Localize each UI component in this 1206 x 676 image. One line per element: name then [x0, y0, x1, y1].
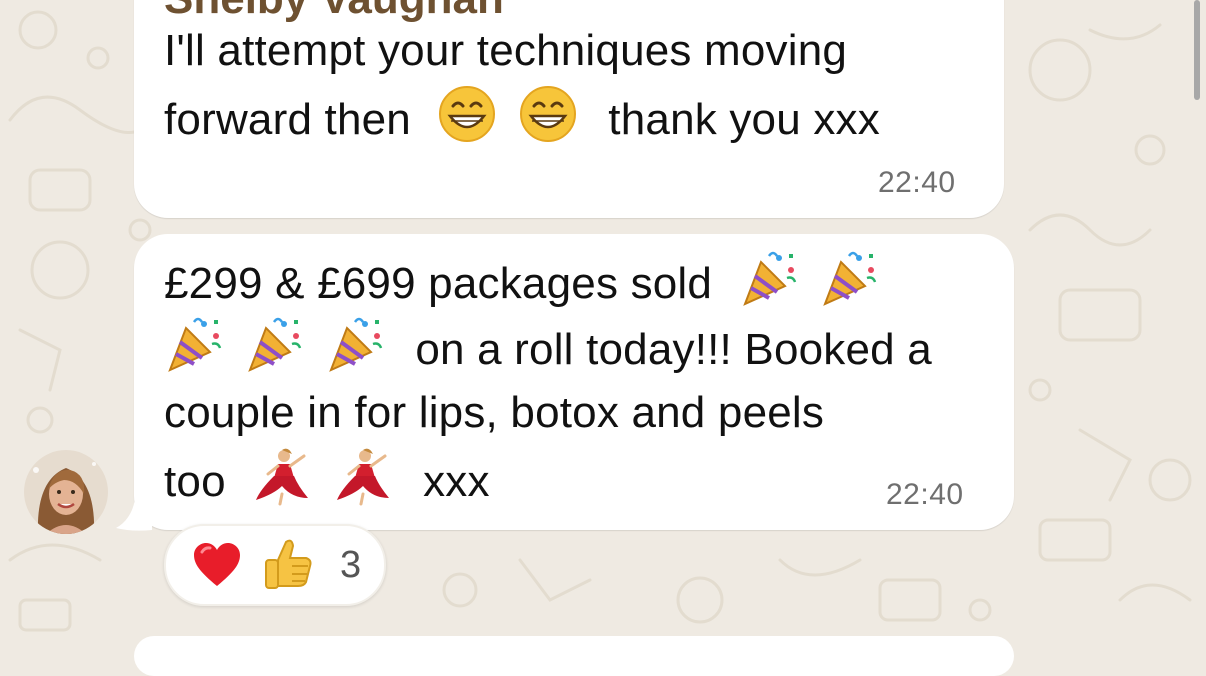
message-line: £299 & £699 packages sold — [164, 248, 932, 314]
message-line-text: thank you xxx — [608, 95, 880, 144]
message-line-text: on a roll today!!! Booked a — [415, 325, 932, 374]
message-bubble[interactable] — [134, 636, 1014, 676]
message-line-text: too — [164, 457, 226, 506]
message-line-text: forward then — [164, 95, 411, 144]
grinning-face-icon — [439, 86, 496, 142]
heart-icon — [194, 543, 240, 586]
party-popper-icon — [248, 317, 302, 372]
grinning-face-icon — [519, 86, 576, 142]
party-popper-icon — [329, 317, 383, 372]
sender-avatar[interactable] — [24, 450, 108, 534]
message-text: I'll attempt your techniques moving forw… — [164, 18, 880, 150]
message-line-text: £299 & £699 packages sold — [164, 259, 713, 308]
message-line: too xxx — [164, 446, 932, 512]
thumbs-up-icon — [265, 539, 312, 589]
message-timestamp: 22:40 — [878, 166, 956, 199]
avatar-image — [24, 450, 108, 534]
bubble-tail — [116, 492, 152, 531]
message-line: forward then thank you xxx — [164, 84, 880, 150]
dancer-icon — [336, 448, 389, 506]
message-line: I'll attempt your techniques moving — [164, 26, 848, 75]
party-popper-icon — [823, 251, 877, 306]
message-line-text: xxx — [423, 457, 490, 506]
party-popper-icon — [742, 251, 796, 306]
reactions-pill[interactable]: 3 — [164, 524, 386, 606]
message-line: couple in for lips, botox and peels — [164, 388, 825, 437]
message-text: £299 & £699 packages sold on a roll toda… — [164, 248, 932, 512]
party-popper-icon — [168, 317, 222, 372]
message-timestamp: 22:40 — [886, 478, 964, 511]
scrollbar[interactable] — [1194, 0, 1200, 100]
dancer-icon — [256, 448, 309, 506]
message-line: on a roll today!!! Booked a — [164, 314, 932, 380]
reaction-count: 3 — [340, 544, 362, 586]
